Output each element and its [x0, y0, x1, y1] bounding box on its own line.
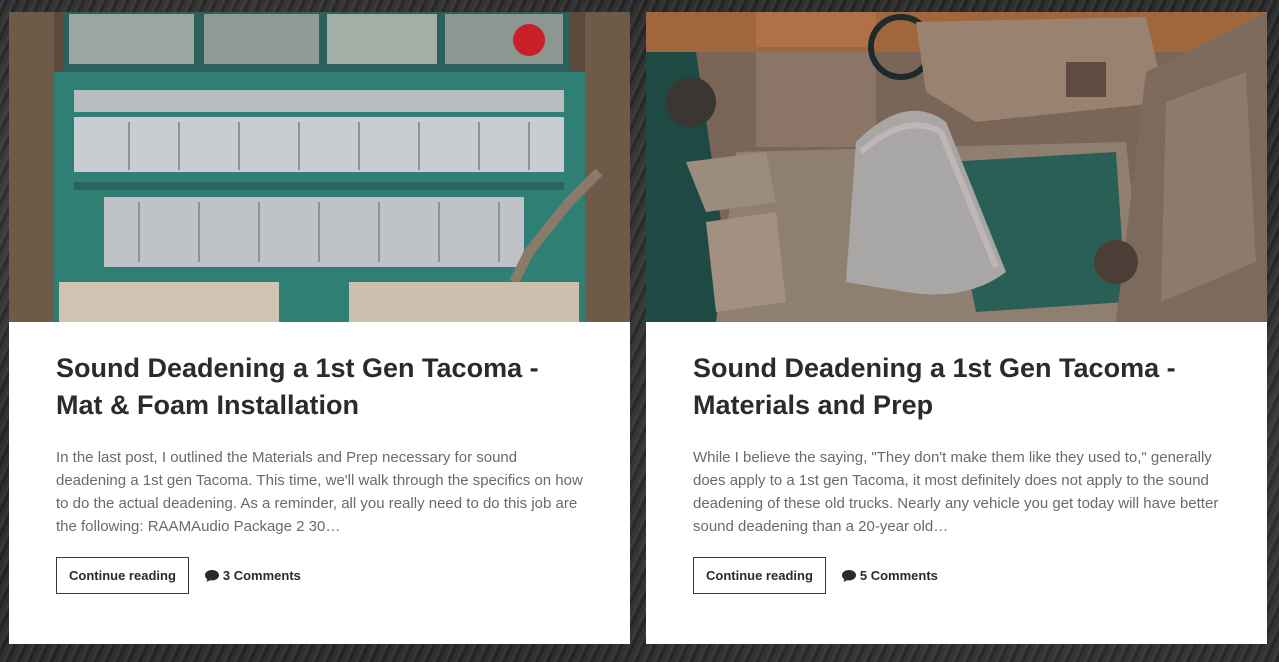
post-card: Sound Deadening a 1st Gen Tacoma - Mater…	[646, 12, 1267, 644]
speech-bubble-icon	[204, 569, 219, 582]
thumbnail-image	[646, 12, 1267, 322]
post-thumbnail[interactable]	[9, 12, 630, 322]
continue-reading-button[interactable]: Continue reading	[693, 557, 826, 594]
continue-reading-button[interactable]: Continue reading	[56, 557, 189, 594]
comments-link[interactable]: 3 Comments	[204, 568, 301, 583]
post-grid: Sound Deadening a 1st Gen Tacoma - Mat &…	[9, 12, 1269, 644]
thumbnail-image	[9, 12, 630, 322]
post-title[interactable]: Sound Deadening a 1st Gen Tacoma - Mater…	[693, 350, 1220, 424]
post-thumbnail[interactable]	[646, 12, 1267, 322]
speech-bubble-icon	[841, 569, 856, 582]
post-actions: Continue reading 5 Comments	[693, 557, 1220, 594]
post-actions: Continue reading 3 Comments	[56, 557, 583, 594]
post-card: Sound Deadening a 1st Gen Tacoma - Mat &…	[9, 12, 630, 644]
post-excerpt: In the last post, I outlined the Materia…	[56, 449, 583, 535]
comments-link[interactable]: 5 Comments	[841, 568, 938, 583]
post-title[interactable]: Sound Deadening a 1st Gen Tacoma - Mat &…	[56, 350, 583, 424]
comments-count: 5 Comments	[859, 568, 938, 583]
comments-count: 3 Comments	[222, 568, 301, 583]
post-excerpt: While I believe the saying, "They don't …	[693, 449, 1219, 535]
